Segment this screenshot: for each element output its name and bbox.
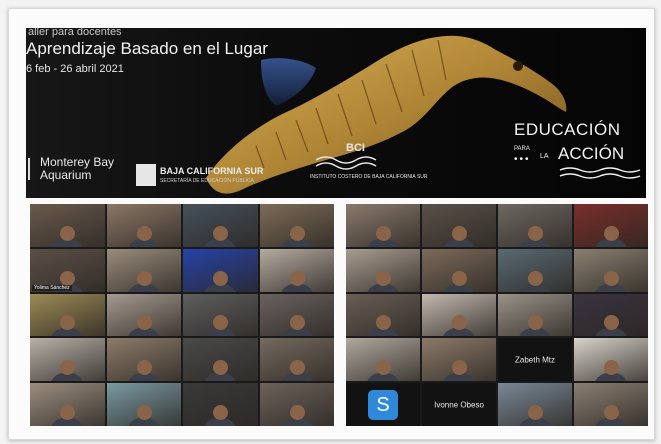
edu-waves-icon [559,167,641,179]
participant-silhouette-head [60,225,76,241]
participant-tile[interactable] [422,204,496,247]
participant-silhouette-head [528,225,543,241]
edu-logo-la: LA [540,153,549,160]
participant-silhouette-head [213,225,229,241]
participant-tile[interactable] [574,293,648,337]
participant-silhouette-head [376,270,391,286]
participant-gallery-right: Zabeth Mtz S Ivonne Obeso [346,204,648,426]
bci-logo-name: BCI [346,142,365,154]
monterey-logo-line2: Aquarium [40,168,92,182]
participant-silhouette-head [376,225,391,241]
participant-silhouette-head [528,404,543,420]
participant-silhouette-head [136,360,152,376]
banner-dates: 6 feb - 26 abril 2021 [26,63,124,75]
participant-silhouette-head [60,270,76,286]
edu-logo-accion: ACCIÓN [558,144,625,163]
participant-tile[interactable] [30,204,105,247]
participant-tile[interactable] [346,204,420,247]
edu-logo-para: PARA [514,146,530,152]
monterey-logo-mark [28,158,38,180]
participant-tile[interactable] [183,383,258,426]
participant-silhouette-head [136,404,152,420]
bcs-logo-line1: BAJA CALIFORNIA SUR [160,166,264,176]
participant-silhouette-head [136,225,152,241]
participant-silhouette-head [452,270,467,286]
bci-waves-icon [315,156,377,170]
participant-tile[interactable] [498,204,572,247]
participant-tile[interactable] [346,248,420,292]
participant-tile[interactable] [183,293,258,337]
participant-tile[interactable] [183,338,258,382]
banner-title: Aprendizaje Basado en el Lugar [26,39,268,58]
educacion-para-la-accion-logo: EDUCACIÓN PARA ••• LA ACCIÓN [514,120,644,186]
bci-logo: BCI INSTITUTO COSTERO DE BAJA CALIFORNIA… [302,140,427,188]
participant-tile[interactable] [106,383,181,426]
participant-silhouette-head [289,404,305,420]
participant-tile[interactable] [498,293,572,337]
participant-tile[interactable] [106,204,181,247]
participant-tile[interactable] [259,204,334,247]
banner-subtitle-workshop: aller para docentes [28,28,122,38]
sep-bcs-logo: BAJA CALIFORNIA SUR SECRETARÍA DE EDUCAC… [136,164,264,188]
participant-tile[interactable] [498,248,572,292]
participant-tile[interactable] [106,293,181,337]
edu-dots-icon: ••• [514,154,531,165]
participant-silhouette-head [604,270,619,286]
participant-tile[interactable] [574,338,648,382]
participant-tile[interactable] [106,248,181,292]
participant-tile[interactable] [574,204,648,247]
participant-tile[interactable] [259,338,334,382]
participant-silhouette-head [213,270,229,286]
participant-silhouette-head [452,225,467,241]
participant-tile[interactable] [259,293,334,337]
participant-tile[interactable] [422,248,496,292]
participant-tile[interactable]: Zabeth Mtz [498,338,572,382]
bci-logo-subtitle: INSTITUTO COSTERO DE BAJA CALIFORNIA SUR [310,174,428,180]
participant-silhouette-head [604,404,619,420]
participant-tile[interactable] [498,383,572,426]
participant-tile[interactable] [30,383,105,426]
participant-tile[interactable]: Ivonne Obeso [422,383,496,426]
participant-tile[interactable] [422,293,496,337]
participant-silhouette-head [136,270,152,286]
participant-silhouette-head [289,270,305,286]
participant-tile[interactable] [30,338,105,382]
participant-tile[interactable] [259,248,334,292]
participant-tile[interactable] [106,338,181,382]
participant-silhouette-head [289,225,305,241]
participant-name-label: Ivonne Obeso [434,400,484,410]
participant-tile[interactable]: S [346,383,420,426]
participant-tile[interactable] [574,383,648,426]
participant-tile[interactable] [259,383,334,426]
participant-tile[interactable] [346,293,420,337]
participant-tile[interactable] [183,204,258,247]
participant-name-label: Zabeth Mtz [514,355,555,365]
participant-tile[interactable] [30,293,105,337]
edu-logo-line1: EDUCACIÓN [514,120,621,139]
participant-silhouette-head [289,360,305,376]
bcs-shield-icon [136,164,156,186]
participant-name-tag: Yolima Sánchez [32,284,72,291]
participant-tile[interactable] [422,338,496,382]
participant-tile[interactable] [183,248,258,292]
bcs-logo-line2: SECRETARÍA DE EDUCACIÓN PÚBLICA [160,178,254,184]
participant-silhouette-head [528,270,543,286]
workshop-banner: aller para docentes Aprendizaje Basado e… [26,28,646,198]
participant-tile[interactable]: Yolima Sánchez [30,248,105,292]
participant-gallery-left: Yolima Sánchez [30,204,334,426]
participant-tile[interactable] [346,338,420,382]
participant-silhouette-head [604,225,619,241]
participant-avatar-initial: S [368,389,398,420]
participant-tile[interactable] [574,248,648,292]
